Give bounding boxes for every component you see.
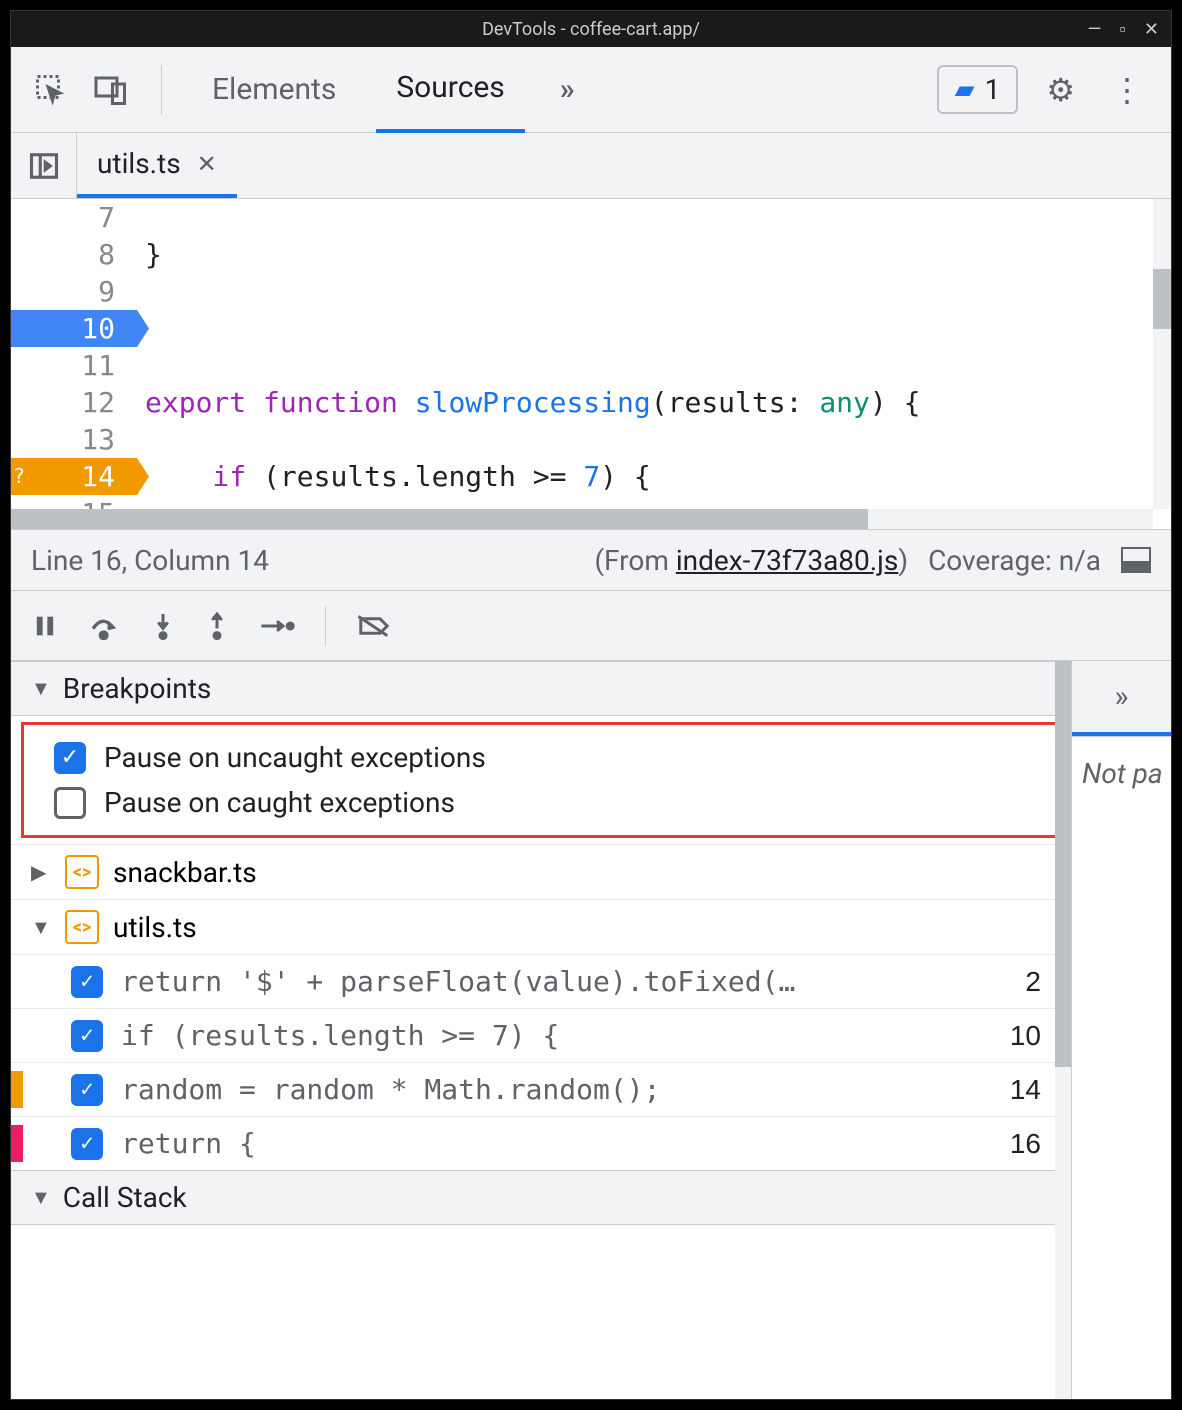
close-button[interactable]: ✕ — [1144, 19, 1159, 40]
editor-scrollbar-vertical[interactable] — [1153, 199, 1171, 509]
gutter-line[interactable]: 9 — [11, 273, 137, 310]
settings-icon[interactable]: ⚙ — [1038, 63, 1083, 117]
sourcemap-from: (From index-73f73a80.js) — [594, 544, 908, 577]
divider — [161, 65, 162, 115]
collapse-icon: ▼ — [31, 915, 51, 940]
devtools-window: DevTools - coffee-cart.app/ — ▫ ✕ Elemen… — [10, 10, 1172, 1400]
maximize-button[interactable]: ▫ — [1120, 19, 1126, 40]
close-tab-icon[interactable]: ✕ — [197, 150, 217, 178]
gutter-line[interactable]: 8 — [11, 236, 137, 273]
debugger-panes: ▼ Breakpoints ✓ Pause on uncaught except… — [11, 661, 1171, 1399]
minimize-button[interactable]: — — [1087, 19, 1101, 40]
ts-file-icon: <> — [65, 855, 99, 889]
sourcemap-link[interactable]: index-73f73a80.js — [676, 544, 898, 577]
pause-caught-checkbox[interactable] — [54, 787, 86, 819]
code-editor[interactable]: 7 8 9 10 11 12 13 ?14 15 ‥16 } export fu… — [11, 199, 1171, 529]
cursor-position: Line 16, Column 14 — [31, 544, 269, 577]
pause-caught-row: Pause on caught exceptions — [34, 780, 1048, 825]
right-pane: » Not pa — [1071, 661, 1171, 1399]
breakpoint-item[interactable]: ✓ if (results.length >= 7) { 10 — [11, 1008, 1071, 1062]
editor-scrollbar-horizontal[interactable] — [11, 509, 1153, 529]
bp-checkbox[interactable]: ✓ — [71, 966, 103, 998]
debugger-toolbar — [11, 591, 1171, 661]
gutter-line[interactable]: 7 — [11, 199, 137, 236]
deactivate-breakpoints-button[interactable] — [356, 612, 392, 640]
bp-file-utils[interactable]: ▼ <> utils.ts — [11, 899, 1071, 954]
expand-icon: ▶ — [31, 860, 51, 884]
more-tabs-icon[interactable]: » — [545, 72, 590, 107]
inspect-icon[interactable] — [31, 70, 71, 110]
breakpoint-item[interactable]: ✓ return '$' + parseFloat(value).toFixed… — [11, 954, 1071, 1008]
issues-icon: ▰ — [955, 75, 975, 105]
issues-count: 1 — [985, 73, 1001, 106]
bp-checkbox[interactable]: ✓ — [71, 1020, 103, 1052]
file-tab-utils[interactable]: utils.ts ✕ — [77, 133, 237, 198]
menu-icon[interactable]: ⋮ — [1103, 63, 1151, 117]
breakpoints-body: ✓ Pause on uncaught exceptions Pause on … — [11, 716, 1071, 1170]
coverage-status: Coverage: n/a — [928, 544, 1101, 577]
pause-options-highlight: ✓ Pause on uncaught exceptions Pause on … — [21, 722, 1061, 838]
gutter[interactable]: 7 8 9 10 11 12 13 ?14 15 ‥16 — [11, 199, 137, 529]
step-over-button[interactable] — [89, 612, 121, 640]
issues-badge[interactable]: ▰ 1 — [937, 65, 1019, 114]
tab-sources[interactable]: Sources — [376, 47, 524, 133]
tab-elements[interactable]: Elements — [192, 47, 356, 133]
main-toolbar: Elements Sources » ▰ 1 ⚙ ⋮ — [11, 47, 1171, 133]
editor-status-bar: Line 16, Column 14 (From index-73f73a80.… — [11, 529, 1171, 591]
logpoint-marker — [11, 1125, 23, 1162]
callstack-header[interactable]: ▼ Call Stack — [11, 1170, 1071, 1225]
window-title: DevTools - coffee-cart.app/ — [482, 19, 700, 40]
divider — [325, 606, 326, 646]
breakpoints-header[interactable]: ▼ Breakpoints — [11, 661, 1071, 716]
step-out-button[interactable] — [205, 611, 229, 641]
bp-checkbox[interactable]: ✓ — [71, 1128, 103, 1160]
pause-uncaught-checkbox[interactable]: ✓ — [54, 742, 86, 774]
device-toggle-icon[interactable] — [91, 70, 131, 110]
code-content[interactable]: } export function slowProcessing(results… — [137, 199, 1171, 529]
left-pane: ▼ Breakpoints ✓ Pause on uncaught except… — [11, 661, 1071, 1399]
gutter-line-conditional-bp[interactable]: ?14 — [11, 458, 149, 495]
pause-uncaught-row: ✓ Pause on uncaught exceptions — [34, 735, 1048, 780]
collapse-icon: ▼ — [31, 1185, 51, 1210]
left-pane-scrollbar[interactable] — [1055, 661, 1071, 1399]
window-controls: — ▫ ✕ — [1087, 19, 1159, 40]
more-tabs-icon[interactable]: » — [1072, 661, 1171, 736]
breakpoint-item[interactable]: ✓ random = random * Math.random(); 14 — [11, 1062, 1071, 1116]
not-paused-label: Not pa — [1072, 736, 1171, 1399]
navigator-toggle-icon[interactable] — [11, 133, 77, 198]
titlebar: DevTools - coffee-cart.app/ — ▫ ✕ — [11, 11, 1171, 47]
gutter-line[interactable]: 12 — [11, 384, 137, 421]
bp-file-snackbar[interactable]: ▶ <> snackbar.ts — [11, 844, 1071, 899]
gutter-line[interactable]: 13 — [11, 421, 137, 458]
step-into-button[interactable] — [151, 611, 175, 641]
step-button[interactable] — [259, 614, 295, 638]
pause-caught-label: Pause on caught exceptions — [104, 786, 455, 819]
gutter-line-breakpoint[interactable]: 10 — [11, 310, 149, 347]
conditional-bp-marker — [11, 1071, 23, 1108]
breakpoint-item[interactable]: ✓ return { 16 — [11, 1116, 1071, 1170]
file-tab-bar: utils.ts ✕ — [11, 133, 1171, 199]
collapse-icon: ▼ — [31, 676, 51, 701]
pause-uncaught-label: Pause on uncaught exceptions — [104, 741, 486, 774]
pause-button[interactable] — [31, 612, 59, 640]
bp-checkbox[interactable]: ✓ — [71, 1074, 103, 1106]
ts-file-icon: <> — [65, 910, 99, 944]
gutter-line[interactable]: 11 — [11, 347, 137, 384]
file-tab-name: utils.ts — [97, 147, 181, 180]
footer-toggle-icon[interactable] — [1121, 547, 1151, 573]
